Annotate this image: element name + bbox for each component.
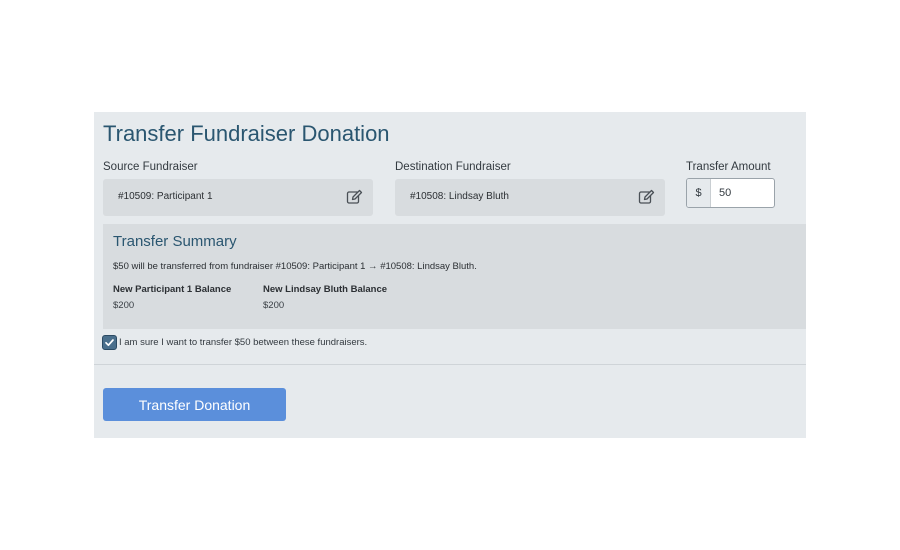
source-fundraiser-field[interactable]: #10509: Participant 1 <box>103 179 373 216</box>
page-title: Transfer Fundraiser Donation <box>103 121 390 146</box>
transfer-amount-label: Transfer Amount <box>686 161 771 173</box>
transfer-amount-input[interactable] <box>711 179 773 207</box>
destination-fundraiser-value: #10508: Lindsay Bluth <box>410 191 509 202</box>
balance-label-destination: New Lindsay Bluth Balance <box>263 284 388 295</box>
destination-fundraiser-label: Destination Fundraiser <box>395 161 511 173</box>
transfer-donation-button[interactable]: Transfer Donation <box>103 388 286 421</box>
edit-icon[interactable] <box>638 189 655 206</box>
currency-prefix: $ <box>687 179 711 207</box>
source-fundraiser-value: #10509: Participant 1 <box>118 191 213 202</box>
destination-fundraiser-field[interactable]: #10508: Lindsay Bluth <box>395 179 665 216</box>
transfer-amount-group: $ <box>686 178 775 208</box>
balance-value-destination: $200 <box>263 300 285 311</box>
confirm-checkbox[interactable] <box>102 335 117 350</box>
balance-label-participant: New Participant 1 Balance <box>113 284 232 295</box>
transfer-summary: Transfer Summary $50 will be transferred… <box>103 224 806 329</box>
confirm-label: I am sure I want to transfer $50 between… <box>119 337 368 348</box>
source-fundraiser-label: Source Fundraiser <box>103 161 198 173</box>
summary-title: Transfer Summary <box>113 233 237 250</box>
divider <box>94 364 806 365</box>
balance-value-participant: $200 <box>113 300 135 311</box>
summary-description: $50 will be transferred from fundraiser … <box>113 261 477 272</box>
checkmark-icon <box>105 339 114 347</box>
edit-icon[interactable] <box>346 189 363 206</box>
transfer-donation-panel: Transfer Fundraiser Donation Source Fund… <box>94 112 806 438</box>
